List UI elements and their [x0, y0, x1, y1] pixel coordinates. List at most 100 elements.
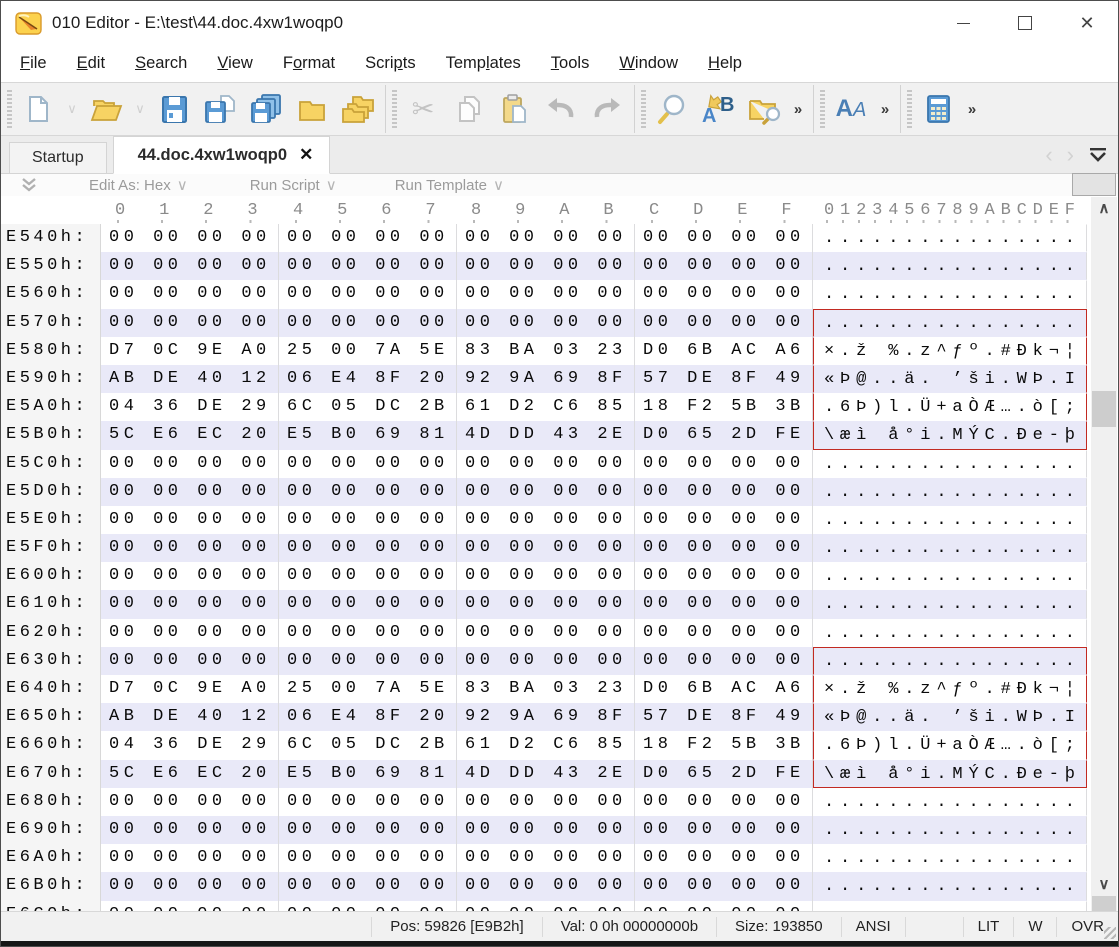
menu-templates[interactable]: Templates — [431, 54, 536, 73]
menu-format[interactable]: Format — [268, 54, 350, 73]
hex-bytes-group[interactable]: 00 00 00 00 — [101, 619, 279, 647]
hex-bytes-group[interactable]: 06 E4 8F 20 — [279, 703, 457, 731]
font-button[interactable]: AA — [828, 87, 874, 131]
ascii-cell[interactable]: \æì å°i.MÝC.Ðe-þ — [813, 421, 1087, 449]
hex-bytes-group[interactable]: 00 00 00 00 — [457, 309, 635, 337]
hex-bytes-group[interactable]: 6C 05 DC 2B — [279, 731, 457, 759]
hex-bytes-group[interactable]: 00 00 00 00 — [279, 534, 457, 562]
hex-bytes-group[interactable]: 00 00 00 00 — [457, 562, 635, 590]
tab-active-file[interactable]: 44.doc.4xw1woqp0 ✕ — [113, 136, 331, 174]
collapse-toolbar-icon[interactable] — [21, 178, 37, 192]
cut-button[interactable]: ✂ — [400, 87, 446, 131]
hex-bytes-group[interactable]: 00 00 00 00 — [635, 450, 813, 478]
hex-bytes-group[interactable]: 00 00 00 00 — [101, 309, 279, 337]
search-overflow-button[interactable]: » — [787, 87, 809, 131]
hex-bytes-group[interactable]: 00 00 00 00 — [279, 901, 457, 912]
hex-bytes-group[interactable]: 25 00 7A 5E — [279, 675, 457, 703]
ascii-cell[interactable]: ................ — [813, 478, 1087, 506]
hex-bytes-group[interactable]: 00 00 00 00 — [457, 590, 635, 618]
hex-bytes-group[interactable]: 83 BA 03 23 — [457, 337, 635, 365]
hex-bytes-group[interactable]: 00 00 00 00 — [279, 647, 457, 675]
hex-bytes-group[interactable]: 83 BA 03 23 — [457, 675, 635, 703]
hex-bytes-group[interactable]: 00 00 00 00 — [457, 534, 635, 562]
edit-as-dropdown[interactable]: Edit As: Hex∨ — [89, 176, 188, 194]
hex-bytes-group[interactable]: 00 00 00 00 — [635, 872, 813, 900]
toolbar-grip[interactable] — [7, 90, 12, 128]
open-file-dropdown[interactable]: ∨ — [129, 87, 151, 131]
hex-bytes-group[interactable]: 6C 05 DC 2B — [279, 393, 457, 421]
scroll-up-icon[interactable]: ∧ — [1091, 199, 1117, 217]
ascii-cell[interactable]: ................ — [813, 619, 1087, 647]
tab-startup[interactable]: Startup — [9, 142, 107, 173]
menu-scripts[interactable]: Scripts — [350, 54, 430, 73]
calculator-button[interactable] — [915, 87, 961, 131]
hex-bytes-group[interactable]: 57 DE 8F 49 — [635, 365, 813, 393]
hex-bytes-group[interactable]: 00 00 00 00 — [101, 280, 279, 308]
hex-bytes-group[interactable]: 25 00 7A 5E — [279, 337, 457, 365]
hex-bytes-group[interactable]: 00 00 00 00 — [279, 562, 457, 590]
scrollbar-thumb[interactable] — [1092, 391, 1116, 427]
hex-bytes-group[interactable]: 00 00 00 00 — [101, 590, 279, 618]
hex-bytes-group[interactable]: 00 00 00 00 — [457, 450, 635, 478]
hex-bytes-group[interactable]: 5C E6 EC 20 — [101, 760, 279, 788]
hex-bytes-group[interactable]: 00 00 00 00 — [635, 619, 813, 647]
ascii-cell[interactable]: ................ — [813, 844, 1087, 872]
hex-bytes-group[interactable]: 00 00 00 00 — [101, 450, 279, 478]
minimize-button[interactable] — [932, 1, 994, 45]
save-as-button[interactable] — [197, 87, 243, 131]
tools-overflow-button[interactable]: » — [961, 87, 983, 131]
status-endianness-toggle[interactable]: LIT — [963, 917, 1014, 937]
hex-bytes-group[interactable]: 00 00 00 00 — [457, 901, 635, 912]
hex-bytes-group[interactable]: 00 00 00 00 — [457, 252, 635, 280]
hex-bytes-group[interactable]: 92 9A 69 8F — [457, 703, 635, 731]
hex-bytes-group[interactable]: 00 00 00 00 — [279, 224, 457, 252]
hex-bytes-group[interactable]: 00 00 00 00 — [635, 590, 813, 618]
hex-bytes-group[interactable]: 92 9A 69 8F — [457, 365, 635, 393]
hex-bytes-group[interactable]: 00 00 00 00 — [457, 506, 635, 534]
ascii-cell[interactable]: ................ — [813, 450, 1087, 478]
hex-bytes-group[interactable]: 4D DD 43 2E — [457, 421, 635, 449]
hex-bytes-group[interactable]: 5C E6 EC 20 — [101, 421, 279, 449]
menu-help[interactable]: Help — [693, 54, 757, 73]
hex-bytes-group[interactable]: 00 00 00 00 — [101, 506, 279, 534]
hex-bytes-group[interactable]: 00 00 00 00 — [101, 788, 279, 816]
menu-tools[interactable]: Tools — [536, 54, 605, 73]
hex-bytes-group[interactable]: D0 65 2D FE — [635, 421, 813, 449]
ascii-cell[interactable]: ................ — [813, 590, 1087, 618]
hex-bytes-group[interactable]: 00 00 00 00 — [457, 224, 635, 252]
hex-bytes-group[interactable]: 00 00 00 00 — [635, 280, 813, 308]
hex-bytes-group[interactable]: D0 6B AC A6 — [635, 675, 813, 703]
hex-bytes-group[interactable]: 00 00 00 00 — [101, 252, 279, 280]
maximize-button[interactable] — [994, 1, 1056, 45]
hex-bytes-group[interactable]: 00 00 00 00 — [635, 252, 813, 280]
hex-bytes-group[interactable]: D0 6B AC A6 — [635, 337, 813, 365]
toolbar-grip[interactable] — [907, 90, 912, 128]
paste-button[interactable] — [492, 87, 538, 131]
scrollbar-bottom-button[interactable] — [1092, 896, 1116, 911]
hex-bytes-group[interactable]: 06 E4 8F 20 — [279, 365, 457, 393]
ascii-cell[interactable]: .6Þ)l.Ü+aÒÆ….ò[; — [813, 731, 1087, 759]
hex-bytes-group[interactable]: 00 00 00 00 — [635, 478, 813, 506]
hex-bytes-group[interactable]: D7 0C 9E A0 — [101, 675, 279, 703]
hex-bytes-group[interactable]: 61 D2 C6 85 — [457, 731, 635, 759]
find-button[interactable] — [649, 87, 695, 131]
ascii-cell[interactable]: ................ — [813, 252, 1087, 280]
close-button[interactable]: ✕ — [1056, 1, 1118, 45]
hex-bytes-group[interactable]: AB DE 40 12 — [101, 365, 279, 393]
hex-grid[interactable]: E540h: 00 00 00 00 00 00 00 00 00 00 00 … — [1, 224, 1118, 911]
hex-bytes-group[interactable]: D7 0C 9E A0 — [101, 337, 279, 365]
hex-bytes-group[interactable]: 00 00 00 00 — [101, 816, 279, 844]
hex-bytes-group[interactable]: 18 F2 5B 3B — [635, 731, 813, 759]
menu-search[interactable]: Search — [120, 54, 202, 73]
status-word-toggle[interactable]: W — [1013, 917, 1056, 937]
hex-bytes-group[interactable]: 04 36 DE 29 — [101, 731, 279, 759]
find-in-files-button[interactable] — [741, 87, 787, 131]
run-script-dropdown[interactable]: Run Script∨ — [250, 176, 337, 194]
ascii-cell[interactable]: ................ — [813, 901, 1087, 912]
hex-bytes-group[interactable]: 00 00 00 00 — [457, 844, 635, 872]
ascii-cell[interactable]: ................ — [813, 647, 1087, 675]
hex-bytes-group[interactable]: 18 F2 5B 3B — [635, 393, 813, 421]
tab-scroll-right-icon[interactable]: › — [1067, 144, 1074, 166]
menu-window[interactable]: Window — [604, 54, 693, 73]
hex-bytes-group[interactable]: 00 00 00 00 — [279, 506, 457, 534]
